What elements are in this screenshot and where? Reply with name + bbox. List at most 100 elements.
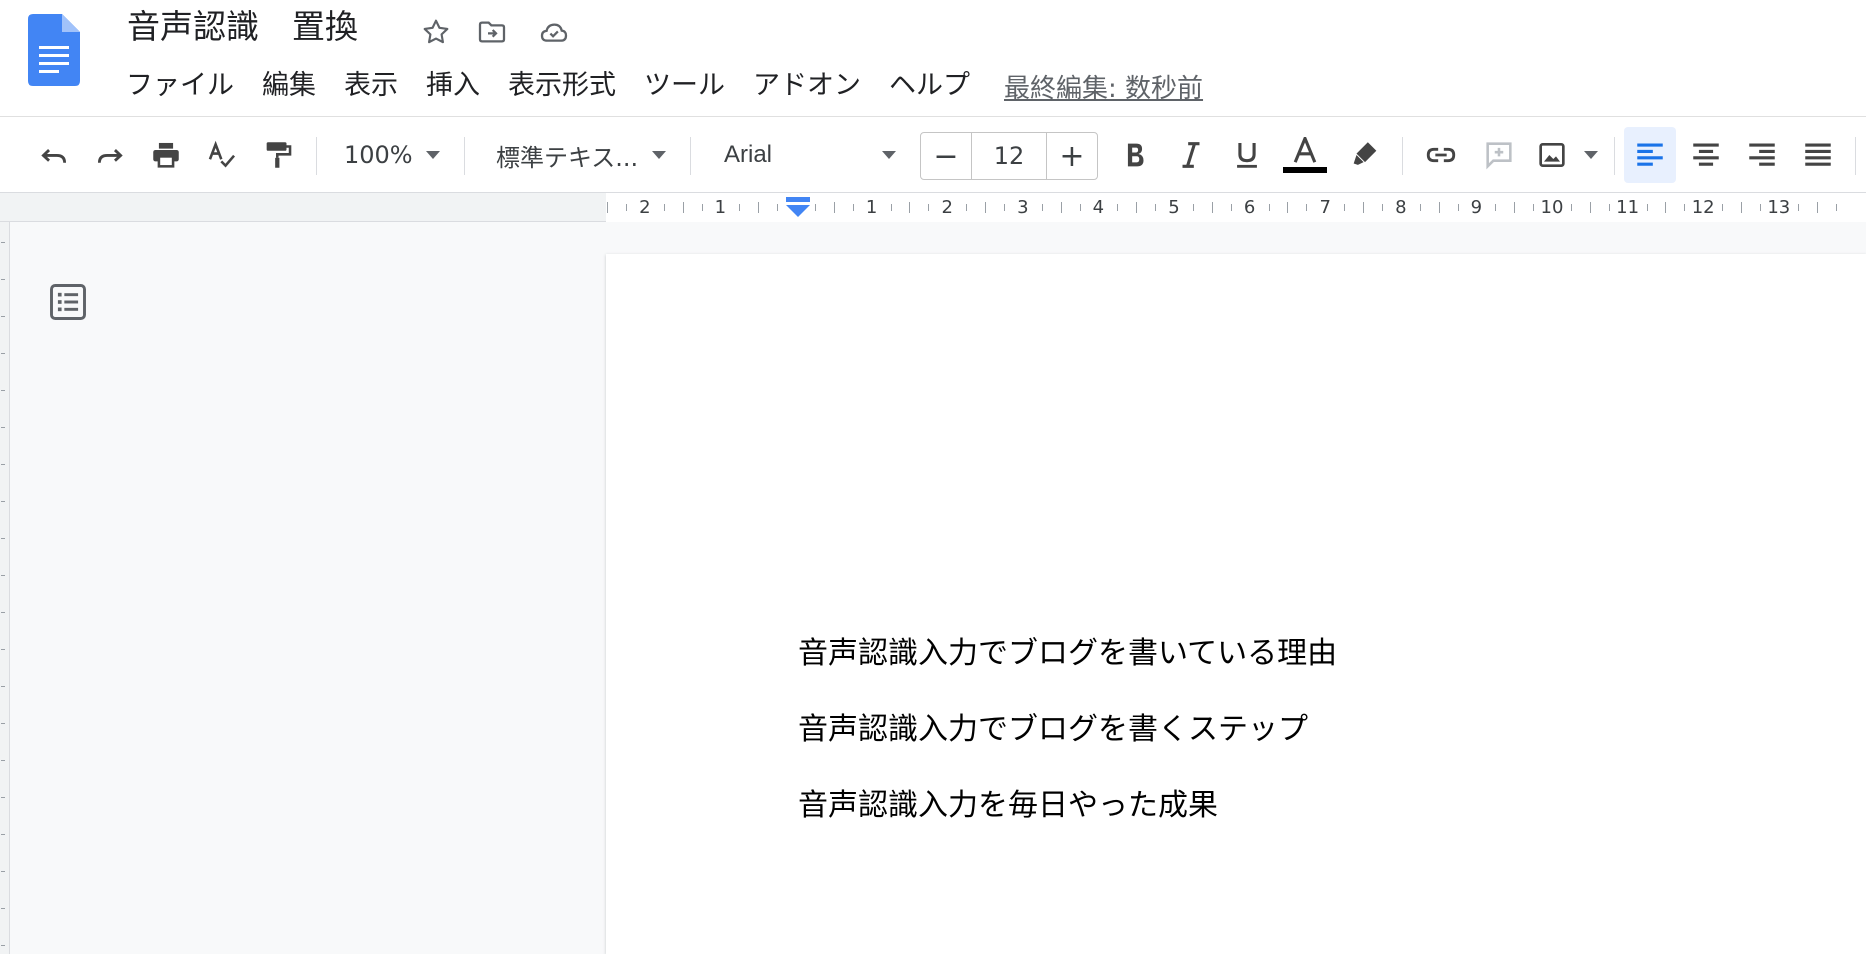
- horizontal-ruler[interactable]: 2 1 1 2 3 4 5 6 7 8 9 10 11 12 13: [0, 193, 1866, 222]
- ruler-tick: [1608, 204, 1610, 211]
- move-folder-icon[interactable]: [474, 14, 510, 50]
- vertical-ruler-tick: [1, 279, 5, 280]
- text-color-swatch: [1283, 167, 1327, 173]
- ruler-tick: [663, 204, 665, 211]
- underline-button[interactable]: [1224, 127, 1270, 183]
- ruler-number: 2: [639, 197, 651, 218]
- align-right-button[interactable]: [1738, 127, 1786, 183]
- ruler-number: 6: [1243, 197, 1256, 218]
- menu-bar: ファイル 編集 表示 挿入 表示形式 ツール アドオン ヘルプ 最終編集: 数秒…: [112, 64, 1203, 108]
- vertical-ruler-tick: [1, 575, 5, 576]
- ruler-tick: [1646, 204, 1648, 211]
- menu-format[interactable]: 表示形式: [494, 66, 630, 106]
- menu-tools[interactable]: ツール: [630, 66, 739, 106]
- highlight-color-button[interactable]: [1342, 127, 1388, 183]
- print-icon: [153, 142, 179, 168]
- menu-help[interactable]: ヘルプ: [875, 66, 984, 106]
- font-size-stepper: − 12 +: [920, 132, 1098, 180]
- ruler-number: 5: [1168, 197, 1180, 218]
- undo-button[interactable]: [32, 127, 76, 183]
- paragraph[interactable]: 音声認識入力を毎日やった成果: [798, 780, 1218, 824]
- align-right-icon: [1749, 143, 1775, 166]
- ruler-tick: [1419, 204, 1421, 211]
- ruler-tick: [1363, 202, 1364, 213]
- ruler-tick: [1381, 204, 1383, 211]
- vertical-ruler-tick: [1, 464, 5, 465]
- document-outline-icon[interactable]: [46, 280, 90, 324]
- star-icon[interactable]: [418, 14, 454, 50]
- increase-font-size-button[interactable]: +: [1047, 133, 1097, 179]
- menu-file[interactable]: ファイル: [112, 66, 248, 106]
- vertical-ruler-tick: [1, 353, 5, 354]
- menu-view[interactable]: 表示: [330, 66, 412, 106]
- chevron-down-icon: [1584, 151, 1598, 159]
- bold-button[interactable]: [1112, 127, 1158, 183]
- vertical-ruler-tick: [1, 390, 5, 391]
- ruler-number: 1: [865, 197, 878, 218]
- toolbar-divider: [464, 137, 465, 175]
- add-comment-button[interactable]: [1476, 127, 1522, 183]
- vertical-ruler-tick: [1, 871, 5, 872]
- ruler-tick: [1344, 204, 1346, 211]
- zoom-value: 100%: [344, 141, 413, 169]
- paragraph-style-select[interactable]: 標準テキス...: [476, 127, 676, 183]
- bold-icon: [1127, 143, 1144, 167]
- align-center-button[interactable]: [1682, 127, 1730, 183]
- document-title[interactable]: 音声認識 置換: [127, 4, 358, 50]
- vertical-ruler-tick: [1, 686, 5, 687]
- font-family-select[interactable]: Arial: [702, 127, 906, 183]
- ruler-tick: [1003, 204, 1005, 211]
- ruler-tick: [852, 204, 854, 211]
- ruler-tick: [814, 204, 816, 211]
- toolbar-divider: [690, 137, 691, 175]
- spellcheck-button[interactable]: [200, 127, 244, 183]
- menu-insert[interactable]: 挿入: [412, 66, 494, 106]
- paint-format-button[interactable]: [256, 127, 300, 183]
- menu-addons[interactable]: アドオン: [739, 66, 875, 106]
- vertical-ruler-tick: [1, 427, 5, 428]
- last-edit-link[interactable]: 最終編集: 数秒前: [1004, 68, 1203, 105]
- insert-link-button[interactable]: [1416, 127, 1466, 183]
- redo-button[interactable]: [88, 127, 132, 183]
- decrease-font-size-button[interactable]: −: [921, 133, 971, 179]
- image-icon: [1539, 143, 1565, 167]
- align-left-icon: [1637, 143, 1663, 166]
- ruler-number: 7: [1319, 197, 1331, 218]
- paragraph[interactable]: 音声認識入力でブログを書いている理由: [798, 628, 1337, 672]
- ruler-number: 1: [714, 197, 727, 218]
- ruler-number: 12: [1691, 197, 1715, 218]
- docs-logo-icon[interactable]: [28, 14, 80, 86]
- zoom-select[interactable]: 100%: [330, 127, 450, 183]
- text-color-button[interactable]: [1280, 127, 1330, 183]
- ruler-tick: [1797, 204, 1799, 211]
- insert-image-button[interactable]: [1530, 127, 1604, 183]
- ruler-tick: [1816, 202, 1818, 213]
- ruler-tick: [1514, 202, 1516, 213]
- cloud-saved-icon[interactable]: [536, 14, 572, 50]
- vertical-ruler-tick: [1, 501, 5, 502]
- indent-marker-icon[interactable]: [784, 197, 812, 217]
- ruler-tick: [833, 202, 835, 213]
- align-justify-button[interactable]: [1794, 127, 1842, 183]
- font-family-value: Arial: [724, 141, 773, 168]
- chevron-down-icon: [882, 151, 896, 159]
- ruler-number: 10: [1540, 197, 1564, 218]
- paragraph[interactable]: 音声認識入力でブログを書くステップ: [798, 704, 1308, 748]
- toolbar-divider: [1402, 137, 1403, 175]
- align-left-button[interactable]: [1624, 127, 1676, 183]
- ruler-number: 4: [1092, 197, 1105, 218]
- ruler-tick: [966, 204, 968, 211]
- italic-button[interactable]: [1168, 127, 1214, 183]
- app-header: 音声認識 置換 ファイル 編集 表示 挿入 表示形式 ツール アドオン ヘルプ …: [0, 0, 1866, 116]
- ruler-tick: [739, 204, 741, 211]
- vertical-ruler[interactable]: [0, 222, 10, 954]
- ruler-tick: [1495, 204, 1497, 211]
- ruler-tick: [1741, 202, 1742, 213]
- ruler-number: 2: [941, 197, 953, 218]
- document-page[interactable]: 音声認識入力でブログを書いている理由 音声認識入力でブログを書くステップ 音声認…: [606, 254, 1866, 954]
- font-size-input[interactable]: 12: [971, 133, 1047, 179]
- print-button[interactable]: [144, 127, 188, 183]
- ruler-tick: [1759, 204, 1761, 211]
- vertical-ruler-tick: [1, 612, 5, 613]
- menu-edit[interactable]: 編集: [248, 66, 330, 106]
